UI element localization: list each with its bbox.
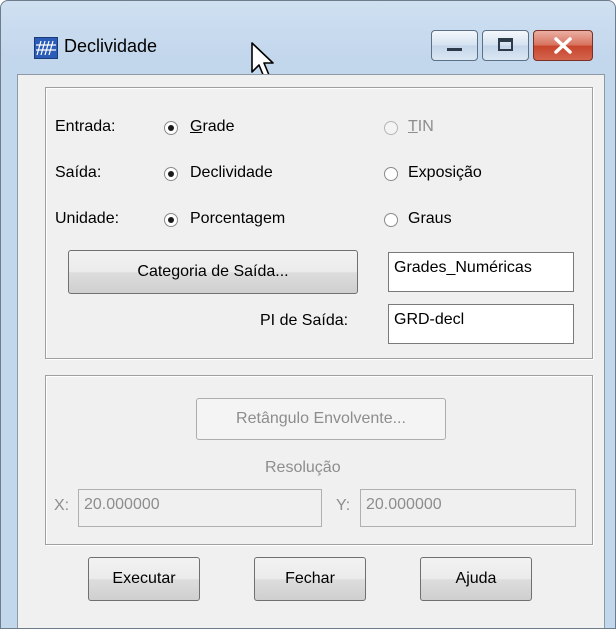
saida-exposicao-radio[interactable]	[384, 167, 398, 181]
resolucao-y-input[interactable]: 20.000000	[360, 489, 576, 527]
dialog-window: Declividade Entrada: Grade TIN Saída: De…	[0, 0, 616, 629]
ajuda-button[interactable]: Ajuda	[420, 557, 532, 601]
unidade-graus-radio[interactable]	[384, 213, 398, 227]
options-group: Entrada: Grade TIN Saída: Declividade Ex…	[45, 87, 593, 359]
entrada-grade-label[interactable]: Grade	[190, 118, 234, 136]
unidade-graus-label[interactable]: Graus	[408, 210, 452, 228]
minimize-button[interactable]	[431, 30, 478, 61]
pi-de-saida-input[interactable]: GRD-decl	[388, 304, 574, 344]
resolucao-x-input[interactable]: 20.000000	[78, 489, 322, 527]
categoria-value-field[interactable]: Grades_Numéricas	[388, 252, 574, 292]
maximize-button[interactable]	[482, 30, 529, 61]
unidade-porcentagem-radio[interactable]	[164, 213, 178, 227]
entrada-label: Entrada:	[55, 118, 116, 135]
region-group: Retângulo Envolvente... Resolução X: 20.…	[45, 375, 593, 545]
close-button[interactable]	[533, 30, 593, 61]
maximize-icon	[498, 38, 513, 51]
unidade-porcentagem-label[interactable]: Porcentagem	[190, 210, 285, 228]
categoria-de-saida-button[interactable]: Categoria de Saída...	[68, 250, 358, 294]
close-icon	[554, 37, 572, 54]
window-title: Declividade	[64, 36, 158, 56]
app-grid-icon	[34, 37, 58, 59]
saida-label: Saída:	[55, 164, 102, 181]
entrada-tin-label[interactable]: TIN	[408, 118, 434, 136]
saida-declividade-radio[interactable]	[164, 167, 178, 181]
unidade-label: Unidade:	[55, 210, 120, 227]
saida-exposicao-label[interactable]: Exposição	[408, 164, 482, 182]
entrada-grade-radio[interactable]	[164, 121, 178, 135]
executar-button[interactable]: Executar	[88, 557, 200, 601]
y-label: Y:	[336, 497, 351, 514]
resolucao-label: Resolução	[265, 459, 341, 476]
fechar-button[interactable]: Fechar	[254, 557, 366, 601]
title-bar[interactable]: Declividade	[1, 1, 615, 78]
dialog-client: Entrada: Grade TIN Saída: Declividade Ex…	[17, 74, 605, 628]
minimize-icon	[447, 48, 462, 51]
retangulo-envolvente-button[interactable]: Retângulo Envolvente...	[196, 398, 446, 440]
x-label: X:	[54, 497, 70, 514]
pi-de-saida-label: PI de Saída:	[260, 312, 349, 329]
entrada-tin-radio[interactable]	[384, 121, 398, 135]
saida-declividade-label[interactable]: Declividade	[190, 164, 273, 182]
